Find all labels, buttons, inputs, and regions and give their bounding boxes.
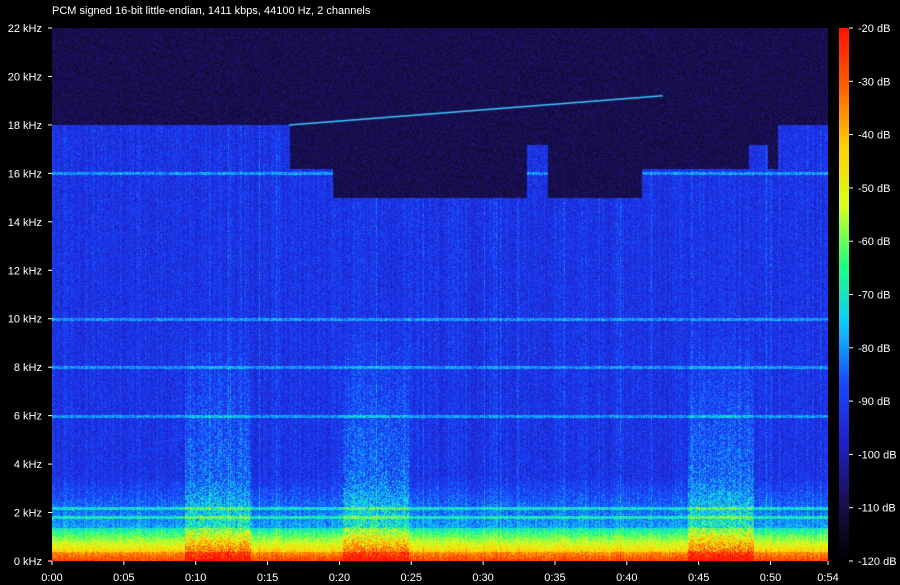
x-tick-label: 0:54 (817, 572, 838, 584)
x-tick-label: 0:50 (760, 572, 781, 584)
y-tick-label: 22 kHz (8, 23, 42, 35)
x-tick-label: 0:10 (185, 572, 206, 584)
x-tick-label: 0:40 (616, 572, 637, 584)
x-tick-label: 0:00 (41, 572, 62, 584)
format-info-title: PCM signed 16-bit little-endian, 1411 kb… (52, 5, 371, 17)
colorbar-tick-label: -40 dB (858, 130, 890, 142)
colorbar-tick-label: -90 dB (858, 396, 890, 408)
colorbar-tick-label: -20 dB (858, 23, 890, 35)
frequency-axis: 0 kHz 2 kHz 4 kHz 6 kHz 8 kHz 10 kHz 12 kHz 14 … (8, 23, 52, 568)
colorbar-tick-label: -60 dB (858, 236, 890, 248)
y-tick-label: 8 kHz (14, 362, 42, 374)
y-tick-label: 20 kHz (8, 71, 42, 83)
spectrogram-plot-area (52, 28, 828, 561)
y-tick-label: 2 kHz (14, 508, 42, 520)
colorbar-tick-label: -70 dB (858, 290, 890, 302)
y-tick-label: 10 kHz (8, 314, 42, 326)
x-tick-label: 0:45 (688, 572, 709, 584)
y-tick-label: 16 kHz (8, 168, 42, 180)
colorbar-gradient (839, 28, 849, 561)
y-tick-label: 0 kHz (14, 556, 42, 568)
colorbar-tick-label: -110 dB (858, 503, 896, 515)
y-tick-label: 14 kHz (8, 217, 42, 229)
y-tick-label: 12 kHz (8, 265, 42, 277)
x-tick-label: 0:35 (544, 572, 565, 584)
x-tick-label: 0:30 (472, 572, 493, 584)
y-tick-label: 18 kHz (8, 120, 42, 132)
colorbar-tick-label: -100 dB (858, 449, 897, 461)
spectrogram-chart: PCM signed 16-bit little-endian, 1411 kb… (8, 5, 897, 584)
x-tick-label: 0:25 (401, 572, 422, 584)
x-tick-label: 0:20 (329, 572, 350, 584)
y-tick-label: 6 kHz (14, 411, 42, 423)
spectrogram-image (52, 28, 828, 561)
colorbar-tick-label: -120 dB (858, 556, 897, 568)
y-tick-label: 4 kHz (14, 459, 42, 471)
x-tick-label: 0:15 (257, 572, 278, 584)
colorbar-tick-label: -80 dB (858, 343, 890, 355)
colorbar-tick-label: -50 dB (858, 183, 890, 195)
x-tick-label: 0:05 (113, 572, 134, 584)
time-axis: 0:00 0:05 0:10 0:15 0:20 0:25 0:30 0:35 0:40 0:45… (41, 561, 839, 584)
colorbar: -20 dB -30 dB -40 dB -50 dB -60 dB -70 dB -80 … (839, 23, 897, 568)
colorbar-tick-label: -30 dB (858, 76, 890, 88)
